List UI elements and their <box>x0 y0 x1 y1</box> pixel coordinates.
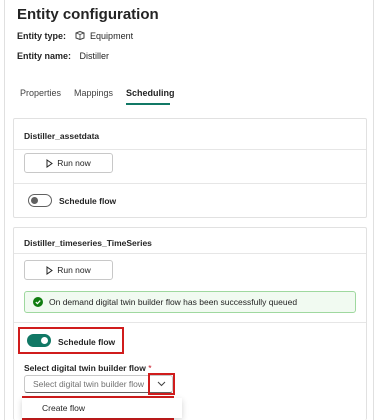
chevron-down-icon <box>157 381 165 387</box>
run-now-label: Run now <box>57 265 91 275</box>
select-flow-placeholder: Select digital twin builder flow <box>33 379 145 389</box>
card-divider <box>14 253 366 254</box>
required-mark: * <box>148 363 152 373</box>
select-flow-label-text: Select digital twin builder flow <box>24 363 146 373</box>
card-divider <box>14 149 366 150</box>
flow-card-assetdata: Distiller_assetdata Run now Schedule flo… <box>13 118 367 218</box>
entity-type-label: Entity type: <box>17 31 67 41</box>
page-title: Entity configuration <box>17 6 159 23</box>
schedule-flow-toggle[interactable] <box>27 334 51 347</box>
card-title: Distiller_assetdata <box>24 131 100 141</box>
create-flow-label: Create flow <box>42 403 85 413</box>
entity-type-value: Equipment <box>90 31 134 41</box>
run-now-button[interactable]: Run now <box>24 260 113 280</box>
schedule-flow-label: Schedule flow <box>59 196 117 206</box>
card-divider <box>14 322 366 323</box>
schedule-flow-label: Schedule flow <box>58 337 116 347</box>
create-flow-menu-item[interactable]: Create flow <box>22 398 182 418</box>
card-title: Distiller_timeseries_TimeSeries <box>24 238 152 248</box>
active-tab-indicator <box>126 103 170 105</box>
check-circle-icon <box>33 297 43 307</box>
success-message-bar: On demand digital twin builder flow has … <box>24 291 356 313</box>
tab-scheduling[interactable]: Scheduling <box>126 88 175 98</box>
flow-card-timeseries: Distiller_timeseries_TimeSeries Run now … <box>13 227 367 420</box>
entity-type-row: Entity type: Equipment <box>17 30 134 41</box>
play-icon <box>46 158 54 168</box>
play-icon <box>46 265 54 275</box>
entity-name-label: Entity name: <box>17 51 72 61</box>
tab-mappings[interactable]: Mappings <box>74 88 113 98</box>
success-message-text: On demand digital twin builder flow has … <box>49 297 298 307</box>
equipment-icon <box>75 30 85 41</box>
card-divider <box>14 183 366 184</box>
tab-properties[interactable]: Properties <box>20 88 61 98</box>
run-now-button[interactable]: Run now <box>24 153 113 173</box>
dropdown-expand-button[interactable] <box>150 375 172 393</box>
toggle-knob <box>41 337 48 344</box>
run-now-label: Run now <box>57 158 91 168</box>
entity-name-row: Entity name: Distiller <box>17 51 109 61</box>
entity-configuration-panel: Entity configuration Entity type: Equipm… <box>4 0 374 420</box>
schedule-flow-toggle[interactable] <box>28 194 52 207</box>
entity-name-value: Distiller <box>79 51 110 61</box>
select-flow-label: Select digital twin builder flow * <box>24 363 152 373</box>
toggle-knob <box>31 197 38 204</box>
